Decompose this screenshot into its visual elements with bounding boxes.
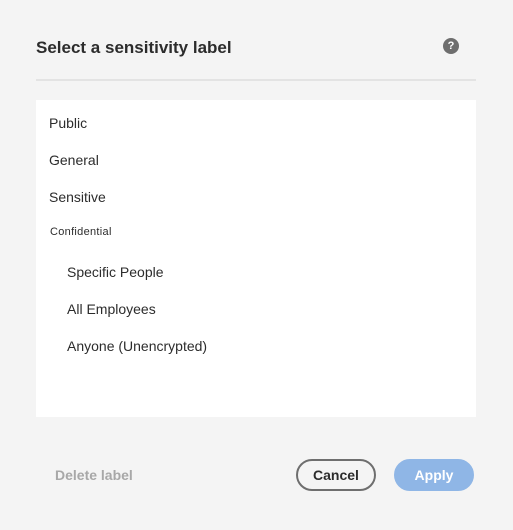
cancel-button[interactable]: Cancel bbox=[296, 459, 376, 491]
label-list: Public General Sensitive Confidential Sp… bbox=[36, 100, 476, 417]
label-option-general[interactable]: General bbox=[49, 151, 99, 169]
label-option-all-employees[interactable]: All Employees bbox=[67, 300, 156, 318]
label-option-public[interactable]: Public bbox=[49, 114, 87, 132]
label-option-specific-people[interactable]: Specific People bbox=[67, 263, 164, 281]
header-divider bbox=[36, 79, 476, 81]
apply-button[interactable]: Apply bbox=[394, 459, 474, 491]
label-group-confidential: Confidential bbox=[50, 226, 112, 238]
delete-label-button[interactable]: Delete label bbox=[55, 466, 133, 484]
label-option-anyone-unencrypted[interactable]: Anyone (Unencrypted) bbox=[67, 337, 207, 355]
dialog-title: Select a sensitivity label bbox=[36, 38, 232, 57]
label-option-sensitive[interactable]: Sensitive bbox=[49, 188, 106, 206]
help-icon[interactable]: ? bbox=[443, 38, 459, 54]
sensitivity-label-dialog: Select a sensitivity label ? Public Gene… bbox=[0, 0, 513, 530]
